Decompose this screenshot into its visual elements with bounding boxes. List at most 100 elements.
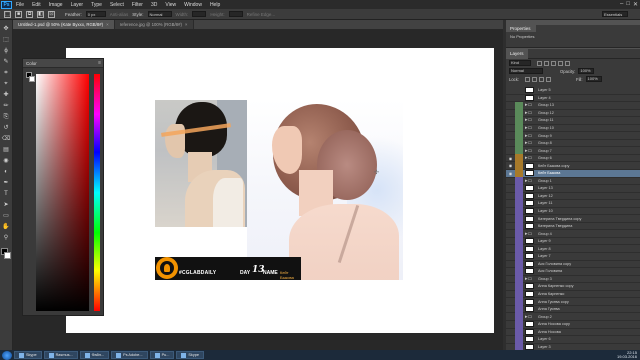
type-tool-icon[interactable]: T [2,189,11,198]
gradient-tool-icon[interactable]: ▤ [2,145,11,154]
menu-filter[interactable]: Filter [128,2,147,8]
filter-pixel-icon[interactable] [537,60,542,66]
menu-3d[interactable]: 3D [147,2,161,8]
add-selection-icon[interactable]: ⧉ [26,10,33,18]
layer-filter-select[interactable]: Kind [509,60,531,66]
layer-row[interactable]: Ася Головина copy [506,260,640,269]
visibility-eye-icon[interactable] [506,275,515,283]
layer-row[interactable]: ▸▭ Group 9 [506,131,640,140]
layer-row[interactable]: Layer 10 [506,207,640,216]
visibility-eye-icon[interactable] [506,313,515,321]
visibility-eye-icon[interactable] [506,192,515,200]
visibility-eye-icon[interactable] [506,237,515,245]
layer-row[interactable]: ▸▭ Group 3 [506,275,640,284]
panel-menu-icon[interactable]: ≡ [98,60,101,66]
visibility-eye-icon[interactable] [506,283,515,291]
visibility-eye-icon[interactable] [506,320,515,328]
menu-type[interactable]: Type [87,2,106,8]
refine-edge-button[interactable]: Refine Edge... [247,12,276,17]
eraser-tool-icon[interactable]: ⌫ [2,134,11,143]
brush-tool-icon[interactable]: ✏ [2,101,11,110]
width-input[interactable] [192,11,207,17]
layer-row[interactable]: Layer 12 [506,192,640,201]
opacity-input[interactable]: 100% [578,68,595,74]
visibility-eye-icon[interactable]: ◉ [506,162,515,170]
visibility-eye-icon[interactable] [506,139,515,147]
history-brush-tool-icon[interactable]: ↺ [2,123,11,132]
layer-row[interactable]: Анна Гусева copy [506,297,640,306]
visibility-eye-icon[interactable] [506,147,515,155]
layer-row[interactable]: Layer 4 [506,94,640,103]
start-button-icon[interactable] [2,350,12,360]
visibility-eye-icon[interactable]: ◉ [506,154,515,162]
dodge-tool-icon[interactable]: ◐ [2,167,11,176]
menu-image[interactable]: Image [45,2,67,8]
layer-row[interactable]: ▸▭ Group 11 [506,116,640,125]
maximize-button[interactable]: □ [626,1,630,8]
taskbar-item[interactable]: Skype [176,351,204,359]
visibility-eye-icon[interactable] [506,185,515,193]
blend-mode-select[interactable]: Normal [509,68,543,74]
taskbar-item[interactable]: Pu... [149,351,175,359]
layer-row[interactable]: Катерина Твердина [506,222,640,231]
style-select[interactable]: Normal [147,11,172,17]
menu-help[interactable]: Help [206,2,224,8]
properties-tab[interactable]: Properties [506,25,536,32]
layer-row[interactable]: ▸▭ Group 8 [506,139,640,148]
layer-row[interactable]: Layer 7 [506,252,640,261]
close-button[interactable]: ✕ [633,1,638,8]
layer-row[interactable]: Ася Головина [506,267,640,276]
layer-row[interactable]: ◉ Кейт Быкова [506,169,640,178]
visibility-eye-icon[interactable]: ◉ [506,170,515,178]
tab-document-2[interactable]: reference.jpg @ 100% (RGB/8#) × [114,20,194,29]
taskbar-item[interactable]: Rasmus... [43,351,78,359]
layer-row[interactable]: ▸▭ Group 4 [506,229,640,238]
taskbar-item[interactable]: Ps Adobe... [111,351,148,359]
feather-input[interactable]: 0 px [85,11,106,17]
visibility-eye-icon[interactable] [506,298,515,306]
filter-type-icon[interactable] [551,60,556,66]
visibility-eye-icon[interactable] [506,215,515,223]
visibility-eye-icon[interactable] [506,305,515,313]
visibility-eye-icon[interactable] [506,94,515,102]
visibility-eye-icon[interactable] [506,200,515,208]
shape-tool-icon[interactable]: ▭ [2,211,11,220]
background-color-swatch[interactable] [4,252,11,259]
background-color-swatch[interactable] [29,76,35,82]
antialias-checkbox[interactable]: Anti-alias [110,12,129,17]
visibility-eye-icon[interactable] [506,230,515,238]
visibility-eye-icon[interactable] [506,336,515,344]
new-selection-icon[interactable]: ■ [15,10,22,18]
path-select-tool-icon[interactable]: ➤ [2,200,11,209]
visibility-eye-icon[interactable] [506,268,515,276]
lock-all-icon[interactable] [546,76,552,82]
layer-row[interactable]: ▸▭ Group 1 [506,177,640,186]
healing-tool-icon[interactable]: ✚ [2,90,11,99]
lock-transparency-icon[interactable] [525,76,531,82]
color-swatches[interactable] [1,248,11,260]
intersect-selection-icon[interactable]: ⊡ [48,10,55,18]
visibility-eye-icon[interactable] [506,177,515,185]
visibility-eye-icon[interactable] [506,87,515,94]
taskbar-item[interactable]: Файл... [79,351,110,359]
layer-row[interactable]: Анна Носова copy [506,320,640,329]
layers-tab[interactable]: Layers [506,49,528,59]
menu-edit[interactable]: Edit [28,2,45,8]
filter-smart-icon[interactable] [565,60,570,66]
saturation-brightness-field[interactable] [36,74,89,311]
pen-tool-icon[interactable]: ✒ [2,178,11,187]
layer-row[interactable]: Layer 9 [506,237,640,246]
layer-row[interactable]: ▸▭ Group 12 [506,109,640,118]
tab-document-1[interactable]: Untitled-1.psd @ 50% (Kate Byxxx, RGB/8#… [13,20,115,29]
marquee-tool-icon[interactable]: ⬚ [2,35,11,44]
layer-row[interactable]: ▸▭ Group 7 [506,146,640,155]
visibility-eye-icon[interactable] [506,253,515,261]
marquee-preset-icon[interactable]: ⬚ [4,10,11,18]
visibility-eye-icon[interactable] [506,109,515,117]
workspace-select[interactable]: Essentials [602,11,628,17]
visibility-eye-icon[interactable] [506,222,515,230]
layer-row[interactable]: Анна Гусева [506,305,640,314]
quick-select-tool-icon[interactable]: ✎ [2,57,11,66]
crop-tool-icon[interactable]: ⌗ [2,68,11,77]
layer-row[interactable]: Анна Карпенко [506,290,640,299]
